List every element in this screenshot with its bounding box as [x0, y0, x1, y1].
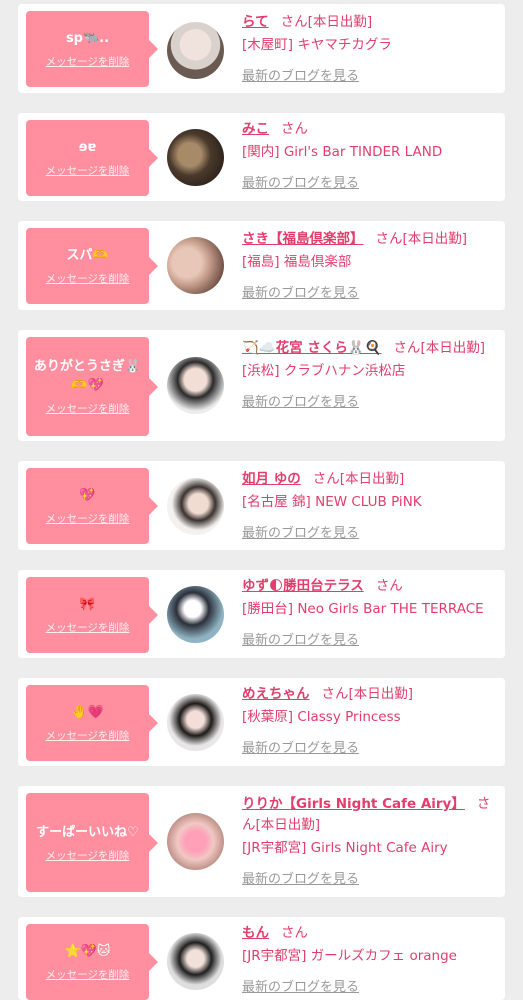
avatar[interactable]: [167, 22, 224, 79]
message-text: 💖: [79, 488, 96, 503]
notification-card: ⭐💖🐱 メッセージを削除 もん さん [JR宇都宮] ガールズカフェ orange…: [18, 917, 505, 1000]
cast-name-link[interactable]: 🏹☁️花宮 さくら🐰🍳: [242, 340, 381, 356]
san-suffix: さん: [375, 231, 403, 247]
delete-message-link[interactable]: メッセージを削除: [46, 271, 130, 286]
san-suffix: さん: [280, 14, 308, 30]
san-suffix: さん: [393, 340, 421, 356]
san-suffix: さん: [281, 925, 308, 941]
message-bubble: 🤚💗 メッセージを削除: [26, 685, 158, 761]
notification-card: すーぱーいいね♡ メッセージを削除 りりか【Girls Night Cafe A…: [18, 786, 505, 897]
message-text: sp🐃..: [65, 31, 110, 46]
avatar[interactable]: [167, 478, 224, 535]
latest-blog-link[interactable]: 最新のブログを見る: [242, 977, 359, 998]
cast-name-link[interactable]: めえちゃん: [242, 686, 310, 702]
avatar[interactable]: [167, 586, 224, 643]
shop-name: [木屋町] キヤマチカグラ: [242, 37, 392, 53]
notification-card: ɘɐ メッセージを削除 みこ さん [関内] Girl's Bar TINDER …: [18, 113, 505, 201]
latest-blog-link[interactable]: 最新のブログを見る: [242, 630, 359, 651]
cast-name-link[interactable]: さき【福島倶楽部】: [242, 231, 364, 247]
avatar[interactable]: [167, 813, 224, 870]
notification-card: 💖 メッセージを削除 如月 ゆの さん[本日出勤] [名古屋 錦] NEW CLU…: [18, 461, 505, 550]
shop-name: [秋葉原] Classy Princess: [242, 709, 401, 725]
delete-message-link[interactable]: メッセージを削除: [46, 848, 130, 863]
message-bubble: ありがとうさぎ🐰🫶💖 メッセージを削除: [26, 337, 158, 436]
shop-name: [勝田台] Neo Girls Bar THE TERRACE: [242, 601, 484, 617]
status-badge: [本日出勤]: [420, 340, 485, 356]
message-bubble: 💖 メッセージを削除: [26, 468, 158, 544]
delete-message-link[interactable]: メッセージを削除: [46, 54, 130, 69]
shop-name: [JR宇都宮] ガールズカフェ orange: [242, 948, 457, 964]
cast-name-link[interactable]: らて: [242, 14, 269, 30]
latest-blog-link[interactable]: 最新のブログを見る: [242, 869, 359, 890]
shop-name: [名古屋 錦] NEW CLUB PiNK: [242, 494, 422, 510]
message-text: ありがとうさぎ🐰🫶💖: [33, 359, 142, 393]
delete-message-link[interactable]: メッセージを削除: [46, 511, 130, 526]
san-suffix: さん: [281, 121, 308, 137]
cast-name-link[interactable]: みこ: [242, 121, 269, 137]
shop-name: [福島] 福島倶楽部: [242, 254, 352, 270]
notification-card: ありがとうさぎ🐰🫶💖 メッセージを削除 🏹☁️花宮 さくら🐰🍳 さん[本日出勤] …: [18, 330, 505, 441]
message-bubble: ɘɐ メッセージを削除: [26, 120, 158, 196]
san-suffix: さん: [375, 578, 403, 594]
san-suffix: さん: [312, 471, 340, 487]
cast-name-link[interactable]: もん: [242, 925, 269, 941]
latest-blog-link[interactable]: 最新のブログを見る: [242, 173, 359, 194]
avatar[interactable]: [167, 237, 224, 294]
notification-card: 🤚💗 メッセージを削除 めえちゃん さん[本日出勤] [秋葉原] Classy P…: [18, 678, 505, 766]
status-badge: [本日出勤]: [402, 231, 468, 247]
message-text: ⭐💖🐱: [64, 944, 111, 959]
cast-name-link[interactable]: 如月 ゆの: [242, 471, 301, 487]
san-suffix: さん: [321, 686, 349, 702]
message-text: スパ🫶: [66, 248, 109, 263]
cast-name-link[interactable]: りりか【Girls Night Cafe Airy】: [242, 796, 465, 812]
message-bubble: すーぱーいいね♡ メッセージを削除: [26, 793, 158, 892]
delete-message-link[interactable]: メッセージを削除: [46, 728, 130, 743]
status-badge: [本日出勤]: [307, 14, 373, 30]
latest-blog-link[interactable]: 最新のブログを見る: [242, 523, 359, 544]
avatar[interactable]: [167, 694, 224, 751]
latest-blog-link[interactable]: 最新のブログを見る: [242, 392, 359, 413]
avatar[interactable]: [167, 357, 224, 414]
delete-message-link[interactable]: メッセージを削除: [46, 401, 130, 416]
avatar[interactable]: [167, 933, 224, 990]
notification-card: sp🐃.. メッセージを削除 らて さん[本日出勤] [木屋町] キヤマチカグラ …: [18, 4, 505, 93]
latest-blog-link[interactable]: 最新のブログを見る: [242, 738, 359, 759]
notification-card: 🎀 メッセージを削除 ゆず🌓勝田台テラス さん [勝田台] Neo Girls B…: [18, 570, 505, 658]
shop-name: [関内] Girl's Bar TINDER LAND: [242, 144, 443, 160]
avatar[interactable]: [167, 129, 224, 186]
delete-message-link[interactable]: メッセージを削除: [46, 163, 130, 178]
latest-blog-link[interactable]: 最新のブログを見る: [242, 283, 359, 304]
message-text: すーぱーいいね♡: [36, 824, 139, 840]
delete-message-link[interactable]: メッセージを削除: [46, 620, 130, 635]
status-badge: [本日出勤]: [348, 686, 414, 702]
message-text: ɘɐ: [78, 140, 97, 155]
latest-blog-link[interactable]: 最新のブログを見る: [242, 66, 359, 87]
status-badge: [本日出勤]: [255, 817, 321, 833]
shop-name: [浜松] クラブハナン浜松店: [242, 363, 406, 379]
message-bubble: 🎀 メッセージを削除: [26, 577, 158, 653]
shop-name: [JR宇都宮] Girls Night Cafe Airy: [242, 840, 448, 856]
delete-message-link[interactable]: メッセージを削除: [46, 967, 130, 982]
message-bubble: sp🐃.. メッセージを削除: [26, 11, 158, 87]
message-bubble: ⭐💖🐱 メッセージを削除: [26, 924, 158, 1000]
message-text: 🎀: [79, 597, 96, 612]
message-text: 🤚💗: [71, 705, 104, 720]
status-badge: [本日出勤]: [339, 471, 405, 487]
notification-card: スパ🫶 メッセージを削除 さき【福島倶楽部】 さん[本日出勤] [福島] 福島倶楽…: [18, 221, 505, 310]
message-bubble: スパ🫶 メッセージを削除: [26, 228, 158, 304]
cast-name-link[interactable]: ゆず🌓勝田台テラス: [242, 578, 364, 594]
